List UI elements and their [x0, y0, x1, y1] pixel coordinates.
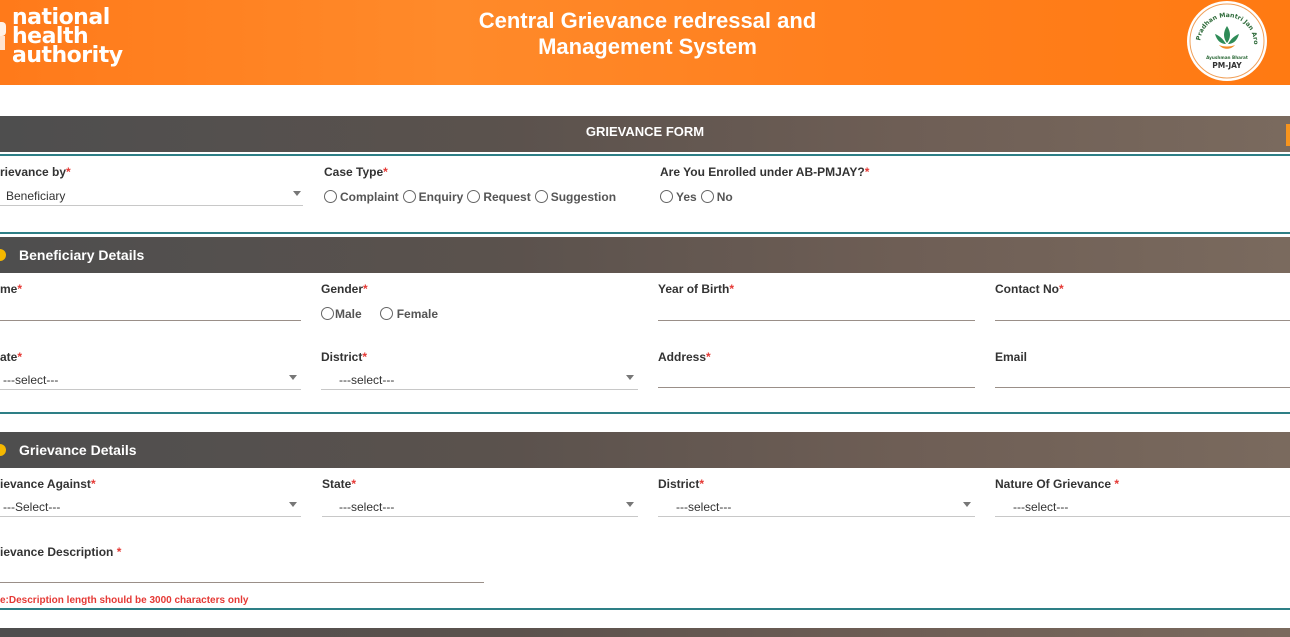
beneficiary-district-select[interactable]: ---select---	[321, 366, 638, 390]
contact-no-input[interactable]	[995, 297, 1290, 321]
grievance-by-label: rievance by*	[0, 165, 71, 179]
case-type-radio-group: Complaint Enquiry Request Suggestion	[324, 190, 620, 204]
beneficiary-section-title: Beneficiary Details	[19, 247, 145, 263]
grievance-by-value: Beneficiary	[6, 189, 66, 203]
description-length-note: e:Description length should be 3000 char…	[0, 595, 249, 606]
enrolled-yes[interactable]: Yes	[660, 190, 697, 204]
grievance-against-select[interactable]: ---Select---	[0, 493, 301, 517]
radio-icon[interactable]	[324, 190, 337, 203]
page-title: Central Grievance redressal and Manageme…	[478, 8, 817, 59]
grievance-district-select[interactable]: ---select---	[658, 493, 975, 517]
state-label: ate*	[0, 350, 23, 364]
grievance-form-bar: GRIEVANCE FORM	[0, 116, 1290, 152]
gender-male[interactable]: Male	[321, 307, 362, 321]
divider	[0, 232, 1290, 234]
divider	[0, 154, 1290, 156]
nha-logo: national health authority	[0, 4, 134, 74]
radio-icon[interactable]	[534, 190, 548, 203]
enrolled-radio-group: Yes No	[660, 190, 737, 204]
grievance-district-label: District*	[658, 477, 705, 491]
ashoka-emblem-icon	[0, 22, 6, 50]
chevron-down-icon	[289, 502, 297, 507]
beneficiary-state-select[interactable]: ---select---	[0, 366, 301, 390]
grievance-state-select[interactable]: ---select---	[322, 493, 638, 517]
district-select-value: ---select---	[339, 373, 395, 387]
page-header: national health authority Central Grieva…	[0, 0, 1290, 85]
svg-text:Ayushman Bharat: Ayushman Bharat	[1206, 55, 1248, 60]
divider	[0, 608, 1290, 610]
beneficiary-details-bar: Beneficiary Details	[0, 237, 1290, 273]
grievance-against-value: ---Select---	[3, 500, 61, 514]
chevron-down-icon	[293, 191, 301, 196]
next-section-bar	[0, 628, 1290, 637]
gender-female[interactable]: Female	[379, 307, 438, 321]
chevron-down-icon	[626, 502, 634, 507]
radio-icon[interactable]	[379, 307, 393, 320]
case-type-label: Case Type*	[324, 165, 388, 179]
grievance-description-label: ievance Description *	[0, 545, 122, 559]
bar-accent	[1286, 124, 1290, 146]
nature-of-grievance-select[interactable]: ---select---	[995, 493, 1290, 517]
pmjay-logo: Pradhan Mantri Jan Arogya Yojana Ayushma…	[1186, 0, 1267, 81]
address-input[interactable]	[658, 364, 975, 388]
grievance-section-title: Grievance Details	[19, 442, 137, 458]
grievance-state-value: ---select---	[339, 500, 395, 514]
year-of-birth-label: Year of Birth*	[658, 282, 735, 296]
svg-text:PM-JAY: PM-JAY	[1212, 61, 1242, 70]
address-label: Address*	[658, 350, 711, 364]
grievance-by-select[interactable]: Beneficiary	[0, 182, 303, 206]
radio-icon[interactable]	[700, 190, 714, 203]
case-type-suggestion[interactable]: Suggestion	[534, 190, 616, 204]
form-title: GRIEVANCE FORM	[585, 124, 705, 139]
radio-icon[interactable]	[402, 190, 416, 203]
nature-of-grievance-value: ---select---	[1013, 500, 1069, 514]
chevron-down-icon	[289, 375, 297, 380]
radio-icon[interactable]	[321, 307, 334, 320]
gender-label: Gender*	[321, 282, 368, 296]
divider	[0, 412, 1290, 414]
case-type-request[interactable]: Request	[467, 190, 531, 204]
name-label: me*	[0, 282, 23, 296]
grievance-district-value: ---select---	[676, 500, 732, 514]
radio-icon[interactable]	[660, 190, 673, 203]
year-of-birth-input[interactable]	[658, 297, 975, 321]
case-type-complaint[interactable]: Complaint	[324, 190, 399, 204]
district-label: District*	[321, 350, 368, 364]
enrolled-label: Are You Enrolled under AB-PMJAY?*	[660, 165, 870, 179]
chevron-down-icon	[626, 375, 634, 380]
email-input[interactable]	[995, 364, 1290, 388]
nature-of-grievance-label: Nature Of Grievance *	[995, 477, 1120, 491]
chevron-down-icon	[963, 502, 971, 507]
nha-logo-text: national health authority	[12, 5, 123, 68]
gender-radio-group: Male Female	[321, 307, 442, 321]
grievance-details-bar: Grievance Details	[0, 432, 1290, 468]
name-input[interactable]	[0, 297, 301, 321]
email-label: Email	[995, 350, 1028, 364]
case-type-enquiry[interactable]: Enquiry	[402, 190, 463, 204]
section-dot-icon	[0, 249, 6, 261]
grievance-description-input[interactable]	[0, 559, 484, 583]
radio-icon[interactable]	[467, 190, 481, 203]
section-dot-icon	[0, 444, 6, 456]
contact-no-label: Contact No*	[995, 282, 1064, 296]
enrolled-no[interactable]: No	[700, 190, 733, 204]
grievance-state-label: State*	[322, 477, 357, 491]
grievance-against-label: ievance Against*	[0, 477, 96, 491]
state-select-value: ---select---	[3, 373, 59, 387]
